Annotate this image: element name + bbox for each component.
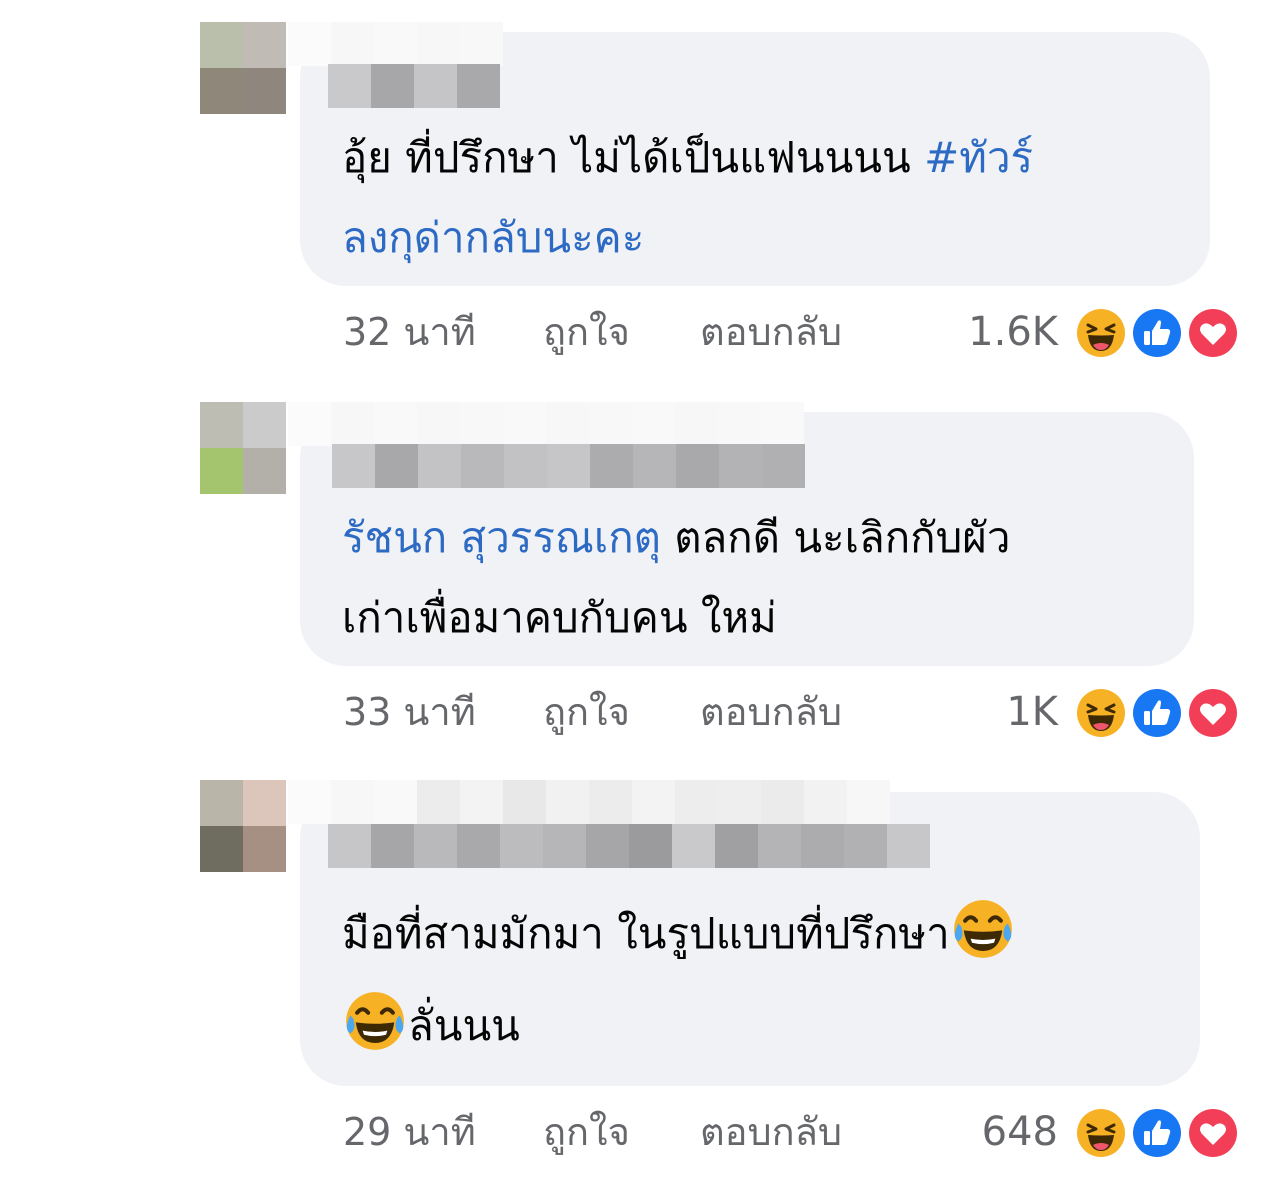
haha-icon [1074,1106,1128,1160]
author-name-blurred[interactable] [288,402,804,446]
reply-button[interactable]: ตอบกลับ [700,682,842,742]
author-name-blurred[interactable] [288,780,890,824]
love-icon [1186,686,1240,740]
reaction-count[interactable]: 1.6K [968,302,1058,362]
reaction-icons[interactable] [1074,306,1244,362]
haha-icon [1074,306,1128,360]
haha-icon [1074,686,1128,740]
comment-meta: 32 นาที ถูกใจ ตอบกลับ 1.6K [0,302,1280,362]
author-name-blurred-row [328,824,930,868]
comment-text: ลั่นนน [408,1001,520,1050]
comment-text-line-1: อุ้ย ที่ปรึกษา ไม่ได้เป็นแฟนนนน #ทัวร์ [342,118,1033,198]
comment-text: ตลกดี นะเลิกกับผัว [660,513,1011,562]
like-icon [1130,1106,1184,1160]
like-icon [1130,686,1184,740]
comment-thread: อุ้ย ที่ปรึกษา ไม่ได้เป็นแฟนนนน #ทัวร์ ล… [0,0,1280,1200]
reaction-count[interactable]: 648 [982,1102,1058,1162]
like-icon [1130,306,1184,360]
reaction-count[interactable]: 1K [1006,682,1058,742]
timestamp[interactable]: 33 นาที [343,682,476,742]
author-name-blurred-row [332,444,805,488]
comment-bubble: มือที่สามมักมา ในรูปแบบที่ปรึกษา ลั่นนน [288,780,1200,1086]
comment-text: อุ้ย ที่ปรึกษา ไม่ได้เป็นแฟนนนน [342,133,925,182]
comment-meta: 33 นาที ถูกใจ ตอบกลับ 1K [0,682,1280,742]
comment-text-line-2: เก่าเพื่อมาคบกับคน ใหม่ [342,593,777,642]
comment-meta: 29 นาที ถูกใจ ตอบกลับ 648 [0,1102,1280,1162]
timestamp[interactable]: 32 นาที [343,302,476,362]
comment-text-line-1: รัชนก สุวรรณเกตุ ตลกดี นะเลิกกับผัว [342,498,1010,578]
love-icon [1186,1106,1240,1160]
avatar[interactable] [200,402,286,494]
reply-button[interactable]: ตอบกลับ [700,1102,842,1162]
hashtag-link[interactable]: #ทัวร์ [924,133,1033,182]
comment-text: มือที่สามมักมา ในรูปแบบที่ปรึกษา [342,909,950,958]
avatar[interactable] [200,780,286,872]
avatar[interactable] [200,22,286,114]
author-name-blurred[interactable] [288,22,503,66]
comment-text-line-1: มือที่สามมักมา ในรูปแบบที่ปรึกษา [342,894,1016,974]
hashtag-link-continued[interactable]: ลงกุด่ากลับนะคะ [342,198,644,278]
like-button[interactable]: ถูกใจ [543,682,630,742]
reply-button[interactable]: ตอบกลับ [700,302,842,362]
author-name-blurred-row [328,64,500,108]
comment-text-line-2: ลั่นนน [342,986,520,1066]
like-button[interactable]: ถูกใจ [543,1102,630,1162]
mention-link[interactable]: รัชนก สุวรรณเกตุ [342,513,661,562]
like-button[interactable]: ถูกใจ [543,302,630,362]
reaction-icons[interactable] [1074,686,1244,742]
comment-bubble: อุ้ย ที่ปรึกษา ไม่ได้เป็นแฟนนนน #ทัวร์ ล… [288,22,1210,286]
reaction-icons[interactable] [1074,1106,1244,1162]
timestamp[interactable]: 29 นาที [343,1102,476,1162]
love-icon [1186,306,1240,360]
comment-bubble: รัชนก สุวรรณเกตุ ตลกดี นะเลิกกับผัว เก่า… [288,402,1194,666]
tears-of-joy-icon [950,896,1016,962]
tears-of-joy-icon [342,988,408,1054]
